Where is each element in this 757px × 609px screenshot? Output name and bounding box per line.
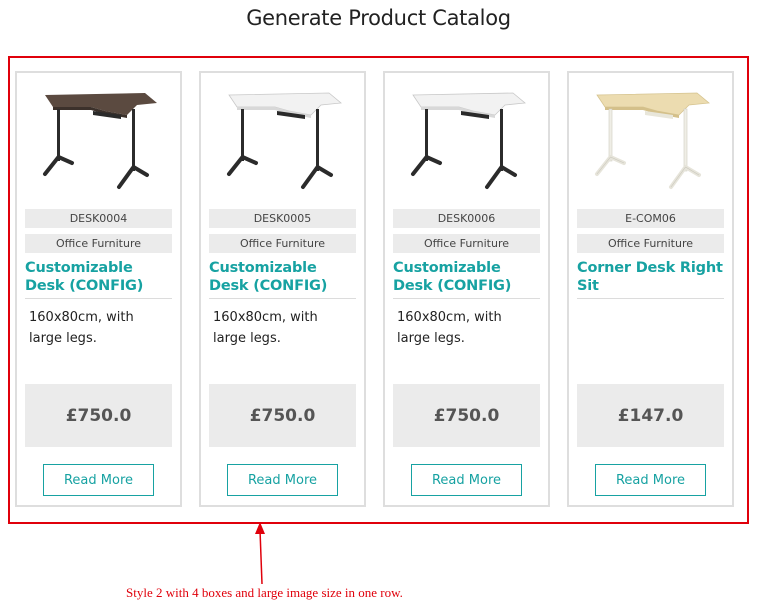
- sku-badge: DESK0004: [25, 209, 172, 228]
- price-box: £750.0: [393, 384, 540, 447]
- page-title: Generate Product Catalog: [246, 6, 511, 30]
- category-badge: Office Furniture: [577, 234, 724, 253]
- sku-badge: DESK0005: [209, 209, 356, 228]
- product-card: DESK0004 Office Furniture Customizable D…: [15, 71, 182, 507]
- read-more-button[interactable]: Read More: [411, 464, 522, 496]
- divider: [577, 298, 724, 299]
- divider: [209, 298, 356, 299]
- read-more-button[interactable]: Read More: [595, 464, 706, 496]
- product-title[interactable]: Customizable Desk (CONFIG): [393, 259, 540, 295]
- read-more-button[interactable]: Read More: [43, 464, 154, 496]
- product-image: [397, 77, 537, 197]
- sku-badge: DESK0006: [393, 209, 540, 228]
- price-box: £750.0: [209, 384, 356, 447]
- product-title[interactable]: Customizable Desk (CONFIG): [25, 259, 172, 295]
- product-description: 160x80cm, with large legs.: [213, 310, 318, 346]
- product-title[interactable]: Corner Desk Right Sit: [577, 259, 724, 295]
- product-image: [213, 77, 353, 197]
- product-title[interactable]: Customizable Desk (CONFIG): [209, 259, 356, 295]
- annotation-caption: Style 2 with 4 boxes and large image siz…: [126, 585, 403, 600]
- product-card: DESK0006 Office Furniture Customizable D…: [383, 71, 550, 507]
- price-box: £750.0: [25, 384, 172, 447]
- product-description: 160x80cm, with large legs.: [397, 310, 502, 346]
- price-box: £147.0: [577, 384, 724, 447]
- annotation-arrow-icon: [255, 522, 265, 585]
- sku-badge: E-COM06: [577, 209, 724, 228]
- category-badge: Office Furniture: [209, 234, 356, 253]
- divider: [25, 298, 172, 299]
- product-image: [29, 77, 169, 197]
- divider: [393, 298, 540, 299]
- read-more-button[interactable]: Read More: [227, 464, 338, 496]
- category-badge: Office Furniture: [25, 234, 172, 253]
- product-description: 160x80cm, with large legs.: [29, 310, 134, 346]
- product-image: [581, 77, 721, 197]
- category-badge: Office Furniture: [393, 234, 540, 253]
- product-card: E-COM06 Office Furniture Corner Desk Rig…: [567, 71, 734, 507]
- product-card: DESK0005 Office Furniture Customizable D…: [199, 71, 366, 507]
